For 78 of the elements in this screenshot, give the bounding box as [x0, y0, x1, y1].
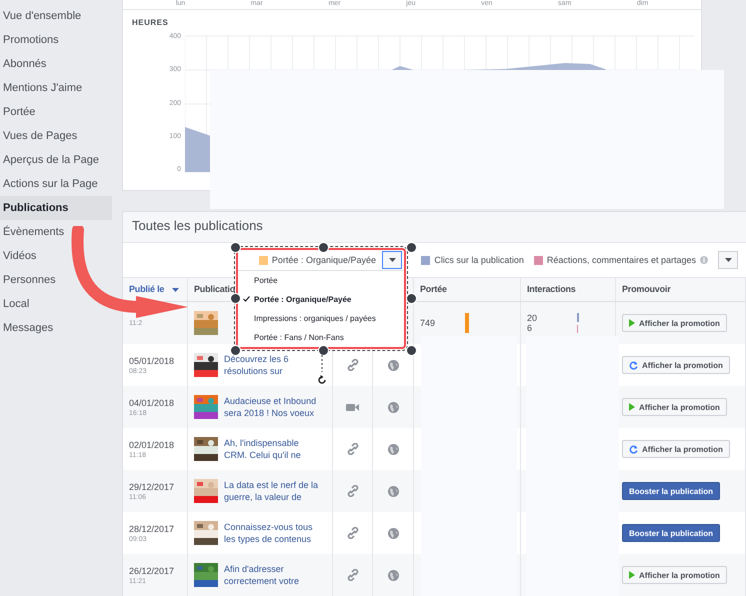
- column-header[interactable]: Interactions: [527, 278, 576, 301]
- globe-icon: [388, 528, 398, 538]
- sidebar-item[interactable]: Personnes: [0, 268, 112, 292]
- dropdown-button[interactable]: [382, 251, 402, 269]
- refresh-icon: [629, 444, 638, 454]
- menu-item[interactable]: Impressions : organiques / payées: [238, 309, 404, 328]
- interaction-value: 20: [527, 313, 538, 323]
- menu-item[interactable]: Portée : Fans / Non-Fans: [238, 328, 404, 347]
- sidebar-item[interactable]: Messages: [0, 316, 112, 340]
- reach-value: 749: [420, 318, 436, 328]
- globe-icon: [388, 444, 398, 454]
- link-icon: [346, 443, 358, 455]
- post-date: 26/12/2017: [129, 566, 174, 576]
- post-date: 28/12/2017: [129, 524, 174, 534]
- post-date: 04/01/2018: [129, 398, 174, 408]
- resize-handle[interactable]: [230, 242, 241, 253]
- column-header[interactable]: Portée: [420, 278, 447, 301]
- section-title: Toutes les publications: [123, 212, 746, 243]
- legend-label: Réactions, commentaires et partages: [546, 255, 696, 265]
- play-icon: [629, 319, 635, 327]
- post-date: 29/12/2017: [129, 482, 174, 492]
- post-link[interactable]: Ah, l'indispensable CRM. Celui qu'il ne: [224, 437, 324, 461]
- promote-button[interactable]: Afficher la promotion: [622, 398, 727, 416]
- refresh-icon: [629, 360, 638, 370]
- sort-caret-icon: [172, 288, 180, 292]
- dropdown-button[interactable]: [718, 251, 738, 269]
- reach-bar: [465, 313, 470, 333]
- interaction-bars-drawing: [577, 313, 580, 333]
- post-link[interactable]: Audacieuse et Inbound sera 2018 ! Nos voeux: [224, 395, 324, 419]
- globe-icon: [388, 402, 398, 412]
- sidebar-item[interactable]: Évènements: [0, 220, 112, 244]
- post-link[interactable]: Découvrez les 6 résolutions sur: [224, 353, 324, 377]
- sidebar-item[interactable]: Mentions J'aime: [0, 76, 112, 100]
- globe-icon: [388, 486, 398, 496]
- sidebar-item[interactable]: Publications: [0, 196, 112, 220]
- promote-button[interactable]: Booster la publication: [622, 524, 720, 542]
- play-icon: [629, 571, 635, 579]
- promote-button[interactable]: Booster la publication: [622, 482, 720, 500]
- menu-item[interactable]: Portée : Organique/Payée: [238, 290, 404, 309]
- chart-title: HEURES: [131, 17, 170, 27]
- sidebar-item[interactable]: Vidéos: [0, 244, 112, 268]
- column-header[interactable]: Publié le: [129, 278, 164, 301]
- post-link[interactable]: Afin d'adresser correctement votre: [224, 563, 324, 587]
- info-icon: [700, 256, 708, 264]
- sidebar-item[interactable]: Vue d'ensemble: [0, 4, 112, 28]
- menu-item[interactable]: Portée: [238, 271, 404, 290]
- sidebar-item[interactable]: Abonnés: [0, 52, 112, 76]
- legend-label: Clics sur la publication: [434, 255, 524, 265]
- promote-button[interactable]: Afficher la promotion: [622, 314, 727, 332]
- caret-icon: [724, 258, 732, 262]
- sidebar-item[interactable]: Vues de Pages: [0, 124, 112, 148]
- globe-icon: [388, 570, 398, 580]
- post-link[interactable]: La data est le nerf de la guerre, la valeur de: [224, 479, 324, 503]
- promote-button[interactable]: Afficher la promotion: [622, 566, 727, 584]
- play-icon: [629, 403, 635, 411]
- resize-handle[interactable]: [406, 242, 417, 253]
- column-header[interactable]: Publicatio: [194, 278, 236, 301]
- sidebar-item[interactable]: Promotions: [0, 28, 112, 52]
- post-date: 05/01/2018: [129, 356, 174, 366]
- post-link[interactable]: Connaissez-vous tous les types de contenus: [224, 521, 324, 545]
- promote-button[interactable]: Afficher la promotion: [622, 356, 730, 374]
- sidebar-item[interactable]: Aperçus de la Page: [0, 148, 112, 172]
- check-icon: [243, 296, 250, 302]
- interaction-value: 6: [527, 323, 534, 333]
- legend-label: Portée : Organique/Payée: [272, 255, 376, 265]
- video-camera-icon: [346, 402, 359, 412]
- link-icon: [346, 359, 358, 371]
- promote-button[interactable]: Afficher la promotion: [622, 440, 730, 458]
- column-header[interactable]: Promouvoir: [622, 278, 671, 301]
- link-icon: [346, 485, 358, 497]
- link-icon: [346, 569, 358, 581]
- sidebar-item[interactable]: Actions sur la Page: [0, 172, 112, 196]
- sidebar-item[interactable]: Local: [0, 292, 112, 316]
- sidebar-item[interactable]: Portée: [0, 100, 112, 124]
- caret-icon: [388, 258, 396, 262]
- link-icon: [346, 527, 358, 539]
- post-date: 02/01/2018: [129, 440, 174, 450]
- globe-icon: [388, 360, 398, 370]
